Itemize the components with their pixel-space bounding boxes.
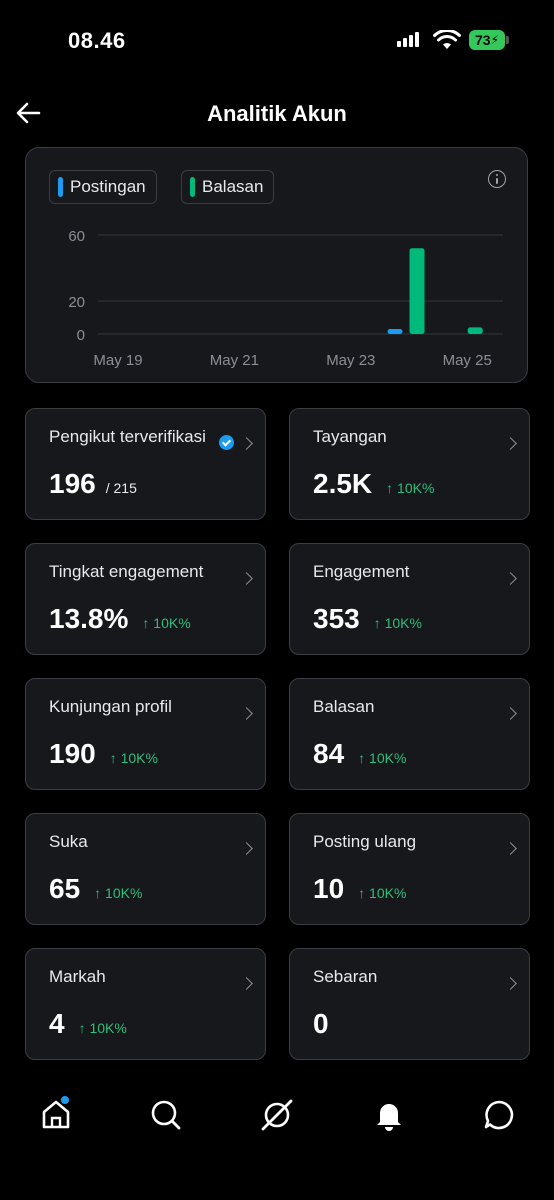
battery-level: 73 <box>474 32 491 48</box>
metric-card[interactable]: Suka 65 ↑ 10K% <box>25 813 266 925</box>
chevron-right-icon <box>504 842 517 855</box>
bottom-nav <box>0 1085 554 1155</box>
metric-change: ↑ 10K% <box>78 1020 127 1036</box>
metric-value: 353 <box>313 603 360 634</box>
bar-postingan <box>387 329 403 334</box>
metric-value: 0 <box>313 1008 329 1039</box>
header: Analitik Akun <box>0 90 554 140</box>
bar-balasan <box>409 248 425 334</box>
metric-label: Tingkat engagement <box>49 562 204 581</box>
metric-label: Suka <box>49 832 88 851</box>
metric-label: Posting ulang <box>313 832 417 851</box>
metric-value-row: 2.5K ↑ 10K% <box>313 468 434 500</box>
charging-bolt-icon: ⚡ <box>490 33 499 47</box>
battery-tip <box>506 36 509 44</box>
metric-change: ↑ 10K% <box>358 885 407 901</box>
metric-card[interactable]: Markah 4 ↑ 10K% <box>25 948 266 1060</box>
metric-label: Kunjungan profil <box>49 697 172 716</box>
metric-total: / 215 <box>105 480 137 496</box>
metric-value-row: 10 ↑ 10K% <box>313 873 406 905</box>
status-time: 08.46 <box>68 28 126 53</box>
metric-card[interactable]: Tingkat engagement 13.8% ↑ 10K% <box>25 543 266 655</box>
bar-chart: 60 20 0 May 19 May 21 May 23 May 25 <box>68 228 503 369</box>
metric-value: 4 <box>49 1008 65 1039</box>
metric-change: ↑ 10K% <box>373 615 422 631</box>
bar-balasan <box>467 327 483 334</box>
metric-card[interactable]: Tayangan 2.5K ↑ 10K% <box>289 408 530 520</box>
metric-value: 65 <box>49 873 81 904</box>
metric-value-row: 13.8% ↑ 10K% <box>49 603 191 635</box>
status-bar: 08.46 73 ⚡ <box>0 0 554 80</box>
wifi-icon <box>433 30 461 49</box>
metric-value-row: 4 ↑ 10K% <box>49 1008 127 1040</box>
battery-indicator: 73 ⚡ <box>469 30 505 50</box>
metric-label: Tayangan <box>313 427 387 446</box>
metric-value: 190 <box>49 738 96 769</box>
metric-change: ↑ 10K% <box>386 480 435 496</box>
metric-value-row: 0 <box>313 1008 329 1040</box>
x-tick-label: May 21 <box>210 352 259 369</box>
metric-value-row: 190 ↑ 10K% <box>49 738 158 770</box>
y-tick-label: 60 <box>68 228 85 245</box>
metric-change: ↑ 10K% <box>94 885 143 901</box>
x-tick-label: May 19 <box>93 352 142 369</box>
metric-label: Pengikut terverifikasi <box>49 427 206 446</box>
x-tick-label: May 25 <box>443 352 492 369</box>
chevron-right-icon <box>504 707 517 720</box>
metric-card[interactable]: Sebaran 0 <box>289 948 530 1060</box>
metric-label: Markah <box>49 967 106 986</box>
y-tick-label: 0 <box>77 327 85 344</box>
metric-change: ↑ 10K% <box>109 750 158 766</box>
search-icon[interactable] <box>148 1097 184 1133</box>
chevron-right-icon <box>504 572 517 585</box>
metric-value: 2.5K <box>313 468 373 499</box>
metric-change: ↑ 10K% <box>358 750 407 766</box>
chevron-right-icon <box>504 977 517 990</box>
chevron-right-icon <box>240 437 253 450</box>
cellular-signal-icon <box>397 32 419 47</box>
metric-label: Engagement <box>313 562 410 581</box>
grok-icon[interactable] <box>259 1097 295 1133</box>
notifications-icon[interactable] <box>371 1097 407 1133</box>
home-notification-dot <box>61 1096 69 1104</box>
metric-card[interactable]: Engagement 353 ↑ 10K% <box>289 543 530 655</box>
metric-card[interactable]: Balasan 84 ↑ 10K% <box>289 678 530 790</box>
chart-card: Postingan Balasan 60 20 0 May 19 May 21 May 2… <box>25 147 528 383</box>
chevron-right-icon <box>240 572 253 585</box>
chevron-right-icon <box>504 437 517 450</box>
metric-value-row: 353 ↑ 10K% <box>313 603 422 635</box>
metric-card[interactable]: Posting ulang 10 ↑ 10K% <box>289 813 530 925</box>
x-tick-label: May 23 <box>326 352 375 369</box>
metric-value: 196 <box>49 468 96 499</box>
y-tick-label: 20 <box>68 294 85 311</box>
metric-value: 84 <box>313 738 345 769</box>
home-icon[interactable] <box>38 1097 74 1133</box>
metric-value: 13.8% <box>49 603 129 634</box>
chevron-right-icon <box>240 842 253 855</box>
messages-icon[interactable] <box>481 1097 517 1133</box>
page-title: Analitik Akun <box>207 101 347 126</box>
chevron-right-icon <box>240 707 253 720</box>
metric-label: Sebaran <box>313 967 378 986</box>
metric-value-row: 196 / 215 <box>49 468 137 500</box>
metric-value: 10 <box>313 873 345 904</box>
metric-card[interactable]: Pengikut terverifikasi 196 / 215 <box>25 408 266 520</box>
metric-value-row: 84 ↑ 10K% <box>313 738 406 770</box>
verified-badge-icon <box>219 435 234 450</box>
chevron-right-icon <box>240 977 253 990</box>
metric-label: Balasan <box>313 697 375 716</box>
metric-value-row: 65 ↑ 10K% <box>49 873 142 905</box>
metric-change: ↑ 10K% <box>142 615 191 631</box>
metric-card[interactable]: Kunjungan profil 190 ↑ 10K% <box>25 678 266 790</box>
